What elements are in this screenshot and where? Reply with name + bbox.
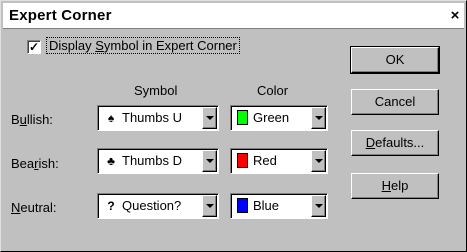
bullish-symbol-select[interactable]: ♠ Thumbs U <box>97 105 219 131</box>
color-value: Green <box>253 110 290 125</box>
label-part: ish: <box>38 156 59 171</box>
chevron-down-icon[interactable] <box>311 150 326 172</box>
defaults-button[interactable]: Defaults... <box>351 130 439 156</box>
selected-value: ? Question? <box>104 198 181 213</box>
label-part: B <box>11 112 20 127</box>
neutral-symbol-select[interactable]: ? Question? <box>97 193 219 219</box>
thumbs-down-icon: ♣ <box>107 154 115 168</box>
help-button[interactable]: Help <box>351 173 439 199</box>
label-part: llish: <box>26 112 53 127</box>
selected-value: Red <box>237 153 277 168</box>
label-mnemonic: D <box>365 135 376 150</box>
chevron-down-icon[interactable] <box>311 107 326 129</box>
selected-value: ♠ Thumbs U <box>104 110 182 125</box>
chevron-down-icon[interactable] <box>311 195 326 217</box>
checkmark-icon: ✓ <box>28 40 40 54</box>
title-bar[interactable]: Expert Corner × <box>3 3 464 29</box>
row-label-neutral: Neutral: <box>11 200 57 215</box>
symbol-column-header: Symbol <box>134 83 178 98</box>
label-part: Bea <box>11 156 35 171</box>
display-symbol-label[interactable]: Display Symbol in Expert Corner <box>46 37 240 54</box>
row-label-bearish: Bearish: <box>11 156 59 171</box>
color-value: Blue <box>253 198 280 213</box>
label-part: efaults... <box>375 135 425 150</box>
bullish-color-select[interactable]: Green <box>230 105 328 131</box>
chevron-down-icon[interactable] <box>202 107 217 129</box>
color-column-header: Color <box>257 83 289 98</box>
bearish-color-select[interactable]: Red <box>230 148 328 174</box>
label-part: elp <box>391 178 409 193</box>
bearish-symbol-select[interactable]: ♣ Thumbs D <box>97 148 219 174</box>
symbol-value: Thumbs U <box>122 110 182 125</box>
label-part: Display <box>49 38 96 53</box>
label-part: ymbol in Expert Corner <box>103 38 237 53</box>
chevron-down-icon[interactable] <box>202 150 217 172</box>
display-symbol-checkbox[interactable]: ✓ <box>27 40 41 54</box>
label-part: eutral: <box>20 200 57 215</box>
color-value: Red <box>253 153 277 168</box>
chevron-down-icon[interactable] <box>202 195 217 217</box>
close-icon[interactable]: × <box>447 6 463 26</box>
neutral-color-select[interactable]: Blue <box>230 193 328 219</box>
label-mnemonic: u <box>19 112 27 127</box>
window-title: Expert Corner <box>9 7 112 24</box>
ok-button[interactable]: OK <box>350 46 440 74</box>
focus-rectangle: Display Symbol in Expert Corner <box>46 37 240 54</box>
cancel-button[interactable]: Cancel <box>351 89 439 115</box>
color-swatch <box>237 110 248 125</box>
selected-value: Green <box>237 110 289 125</box>
label-mnemonic: H <box>381 178 392 193</box>
color-swatch <box>237 198 248 213</box>
symbol-value: Question? <box>122 198 182 213</box>
question-icon: ? <box>107 199 115 213</box>
expert-corner-dialog: Expert Corner × ✓ Display Symbol in Expe… <box>0 0 467 252</box>
label-mnemonic: S <box>95 38 104 53</box>
row-label-bullish: Bullish: <box>11 112 53 127</box>
color-swatch <box>237 153 248 168</box>
symbol-value: Thumbs D <box>122 153 182 168</box>
selected-value: ♣ Thumbs D <box>104 153 182 168</box>
thumbs-up-icon: ♠ <box>107 111 115 125</box>
selected-value: Blue <box>237 198 279 213</box>
label-mnemonic: N <box>11 200 21 215</box>
